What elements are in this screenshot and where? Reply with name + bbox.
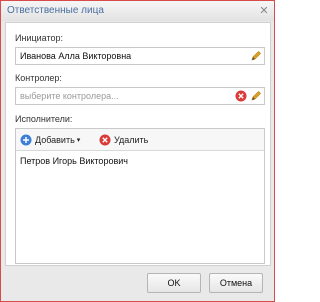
initiator-value: Иванова Алла Викторовна [20,51,132,61]
initiator-field[interactable]: Иванова Алла Викторовна [15,47,265,65]
pencil-icon[interactable] [250,90,262,102]
window-title: Ответственные лица [7,5,104,16]
delete-label: Удалить [114,135,149,145]
executors-toolbar: Добавить ▾ Удалить [16,129,264,151]
list-item[interactable]: Петров Игорь Викторович [20,156,128,166]
controller-label: Контролер: [15,73,62,83]
add-button[interactable]: Добавить ▾ [20,133,80,147]
delete-button[interactable]: Удалить [99,133,148,147]
controller-field[interactable]: выберите контролера... [15,87,265,105]
close-icon[interactable]: ✕ [258,5,270,17]
cancel-button[interactable]: Отмена [209,273,263,293]
initiator-label: Инициатор: [15,33,63,43]
ok-button[interactable]: OK [147,273,201,293]
executors-list: Добавить ▾ Удалить Петров Игорь Викторов… [15,128,265,264]
delete-icon [99,134,111,146]
executors-label: Исполнители: [15,114,73,124]
content-panel: Инициатор: Иванова Алла Викторовна Контр… [5,22,271,266]
chevron-down-icon: ▾ [76,137,81,144]
controller-placeholder: выберите контролера... [20,91,119,101]
add-label: Добавить [35,135,75,145]
pencil-icon[interactable] [250,50,262,62]
clear-icon[interactable] [235,90,247,102]
title-bar[interactable]: Ответственные лица ✕ [1,1,274,21]
dialog-window: Ответственные лица ✕ Инициатор: Иванова … [0,0,275,302]
add-icon [20,134,32,146]
